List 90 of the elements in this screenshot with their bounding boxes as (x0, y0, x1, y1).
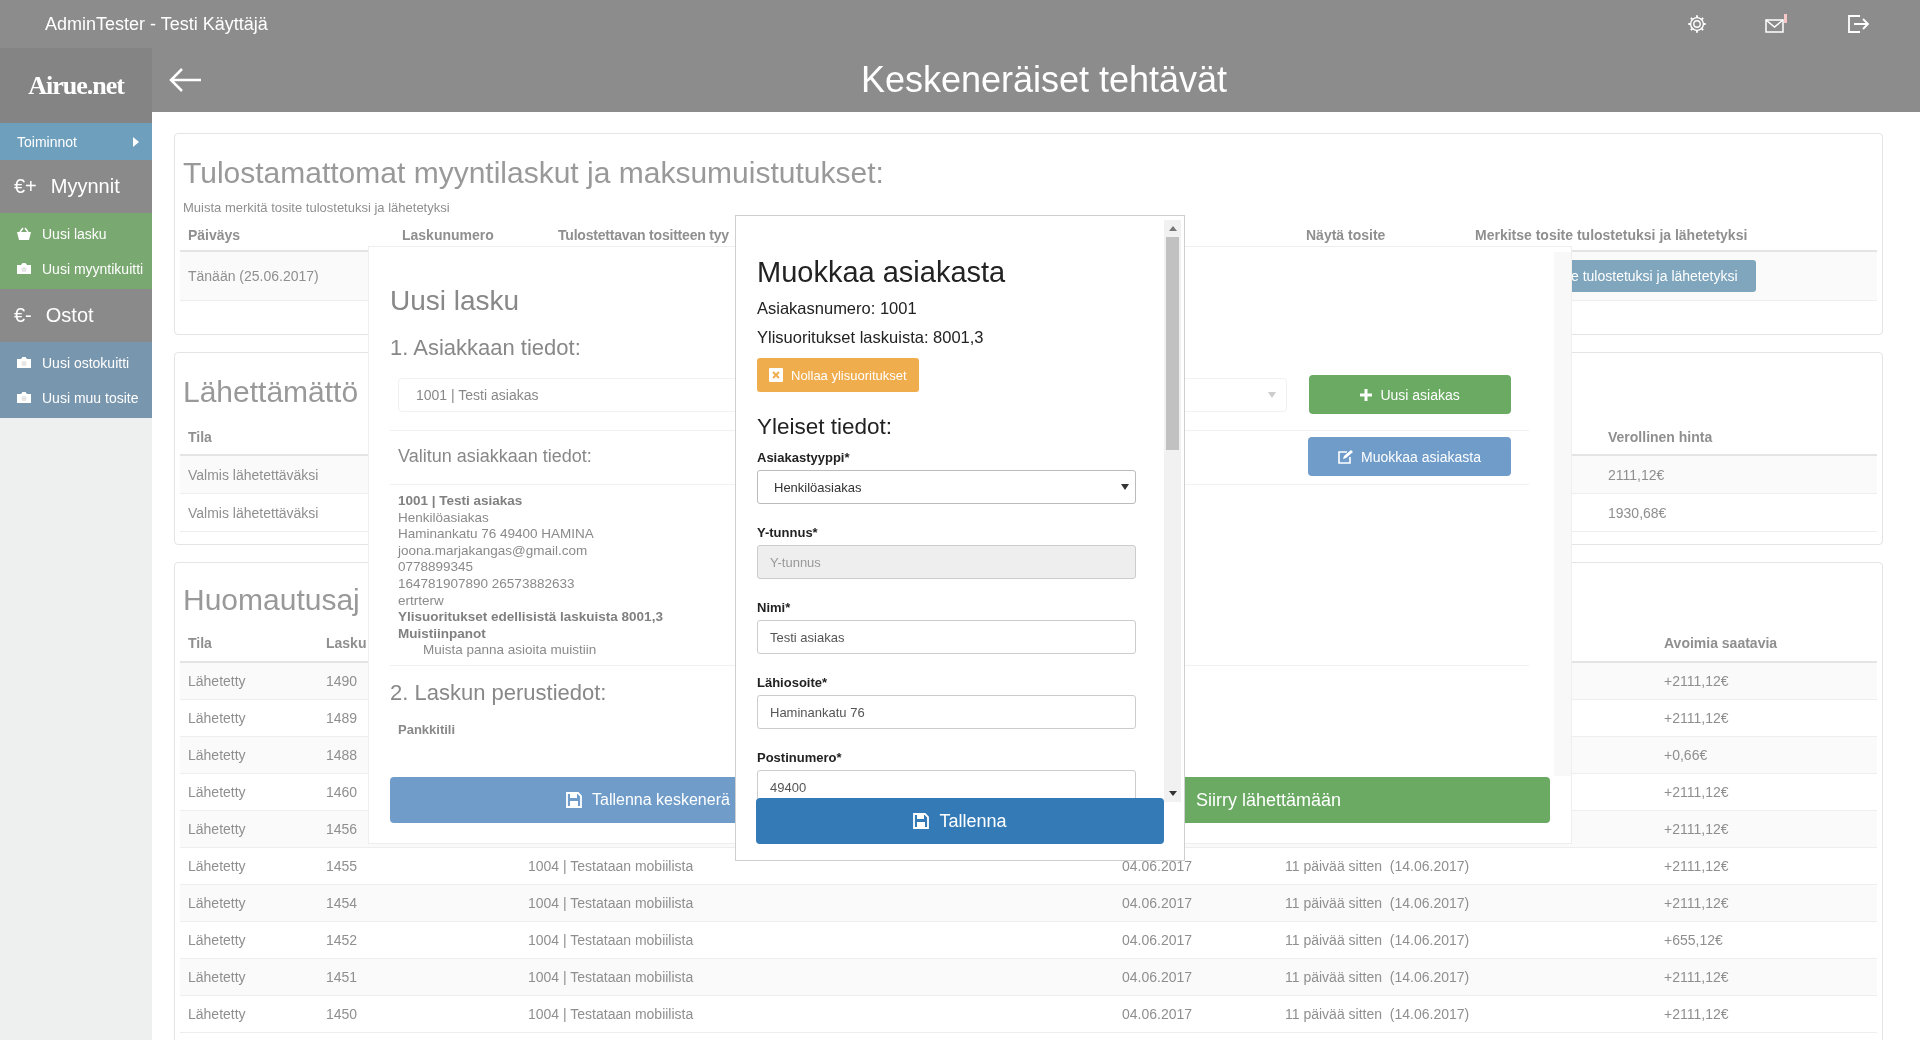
field-label: Nimi* (757, 600, 792, 615)
table-cell: 1004 | Testataan mobiilista (528, 932, 694, 948)
panel-subtitle: Muista merkitä tosite tulostetuksi ja lähetetyksi (183, 200, 450, 215)
table-cell-text: 1489 (325, 710, 358, 726)
column-header: Laskunumero (401, 227, 494, 243)
section-heading: 2. Laskun perustiedot: (390, 679, 607, 706)
table-cell-text: Lähetetty (187, 932, 246, 948)
field-label: Y-tunnus* (757, 525, 819, 540)
table-cell-text: Lähetetty (187, 858, 246, 874)
table-cell-text: Valmis lähetettäväksi (187, 504, 319, 521)
user-name: AdminTester - Testi Käyttäjä (45, 13, 268, 35)
customer-detail: Haminankatu 76 49400 HAMINA (398, 526, 594, 543)
table-cell: 11 päivää sitten (14.06.2017) (1285, 895, 1470, 911)
table-cell: 04.06.2017 (1122, 858, 1193, 874)
table-cell-text: 1488 (325, 747, 358, 763)
table-cell-text: 1456 (325, 821, 358, 837)
customer-detail: Ylisuoritukset edellisistä laskuista 8001,3 (398, 609, 663, 626)
table-cell: 1004 | Testataan mobiilista (528, 858, 694, 874)
customer-detail: joona.marjakangas@gmail.com (398, 542, 588, 560)
customer-detail: Muistiinpanot (398, 625, 486, 643)
table-cell-text: Lähetetty (187, 895, 246, 911)
column-header: Tila (187, 429, 212, 445)
table-cell-text: +2111,12€ (1663, 710, 1729, 726)
column-header: Verollinen hinta (1607, 429, 1713, 445)
table-cell-text: Lähetetty (187, 710, 246, 726)
customer-detail: 0778899345 (398, 559, 474, 576)
page-title: Keskeneräiset tehtävät (859, 59, 1229, 101)
table-cell-text: 1460 (325, 784, 358, 800)
table-cell-text: Lähetetty (187, 784, 246, 800)
table-cell-text: +2111,12€ (1663, 969, 1729, 985)
table-cell-text: Tänään (25.06.2017) (187, 268, 319, 284)
column-header: Tulostettavan tositteen tyy (557, 227, 729, 243)
table-cell-text: Lähetetty (187, 673, 246, 689)
section-heading: 1. Asiakkaan tiedot: (390, 335, 581, 361)
table-cell: 11 päivää sitten (14.06.2017) (1285, 932, 1470, 948)
table-cell-text: +2111,12€ (1663, 784, 1729, 800)
table-cell: 11 päivää sitten (14.06.2017) (1285, 969, 1470, 985)
field-label: Postinumero* (757, 750, 843, 765)
table-cell-text: +655,12€ (1663, 932, 1723, 948)
column-header: Merkitse tosite tulostetuksi ja lähetetyksi (1474, 227, 1748, 243)
table-cell-text: 1450 (325, 1006, 358, 1022)
customer-detail: ertrterw (398, 592, 444, 610)
customer-detail: Henkilöasiakas (398, 509, 489, 527)
column-header: Tila (187, 635, 212, 651)
dialog-title: Muokkaa asiakasta (757, 256, 1007, 289)
section-heading: Yleiset tiedot: (757, 414, 893, 440)
section-heading: Valitun asiakkaan tiedot: (398, 446, 592, 467)
table-cell: 1004 | Testataan mobiilista (528, 895, 694, 911)
customer-detail: Muista panna asioita muistiin (422, 642, 597, 659)
table-cell-text: Lähetetty (187, 1006, 246, 1022)
field-label: Asiakastyyppi* (757, 450, 851, 465)
table-cell-text: 1455 (325, 858, 358, 874)
table-cell-text: Valmis lähetettäväksi (187, 466, 319, 483)
field-label: Pankkitili (398, 721, 456, 737)
table-cell: 04.06.2017 (1122, 969, 1193, 985)
table-cell-text: 2111,12€ (1607, 466, 1665, 483)
table-cell-text: 1454 (325, 895, 358, 911)
table-cell-text: +2111,12€ (1663, 895, 1729, 911)
table-cell-text: 1490 (325, 673, 358, 689)
column-header: Päiväys (187, 227, 241, 243)
table-cell: 1004 | Testataan mobiilista (528, 969, 694, 985)
table-cell-text: Lähetetty (187, 821, 246, 837)
dialog-title: Uusi lasku (390, 285, 520, 317)
panel-title: Lähettämättö (183, 375, 359, 409)
panel-title: Huomautusaj (183, 583, 360, 617)
table-cell: 04.06.2017 (1122, 895, 1193, 911)
table-cell: 1004 | Testataan mobiilista (528, 1006, 694, 1022)
table-cell-text: +2111,12€ (1663, 858, 1729, 874)
table-cell: 11 päivää sitten (14.06.2017) (1285, 858, 1470, 874)
panel-title: Tulostamattomat myyntilaskut ja maksumuistutukset: (183, 156, 884, 190)
customer-detail: 164781907890 26573882633 (398, 575, 575, 593)
overpayment-info: Ylisuoritukset laskuista: 8001,3 (757, 328, 985, 347)
customer-number: Asiakasnumero: 1001 (757, 299, 918, 318)
column-header: Näytä tosite (1305, 227, 1386, 243)
table-cell-text: Lähetetty (187, 747, 246, 763)
customer-detail: 1001 | Testi asiakas (398, 493, 523, 510)
table-cell-text: Lähetetty (187, 969, 246, 985)
table-cell-text: 1930,68€ (1607, 504, 1667, 521)
table-cell: 11 päivää sitten (14.06.2017) (1285, 1006, 1470, 1022)
table-cell-text: +2111,12€ (1663, 821, 1729, 837)
table-cell-text: +2111,12€ (1663, 1006, 1729, 1022)
table-cell: 04.06.2017 (1122, 932, 1193, 948)
table-cell: 04.06.2017 (1122, 1006, 1193, 1022)
column-header: Lasku (325, 635, 367, 651)
column-header: Avoimia saatavia (1663, 635, 1778, 651)
field-label: Lähiosoite* (757, 675, 829, 690)
table-cell-text: 1451 (325, 969, 358, 985)
table-cell-text: +0,66€ (1663, 747, 1708, 763)
table-cell-text: +2111,12€ (1663, 673, 1729, 689)
table-cell-text: 1452 (325, 932, 358, 948)
